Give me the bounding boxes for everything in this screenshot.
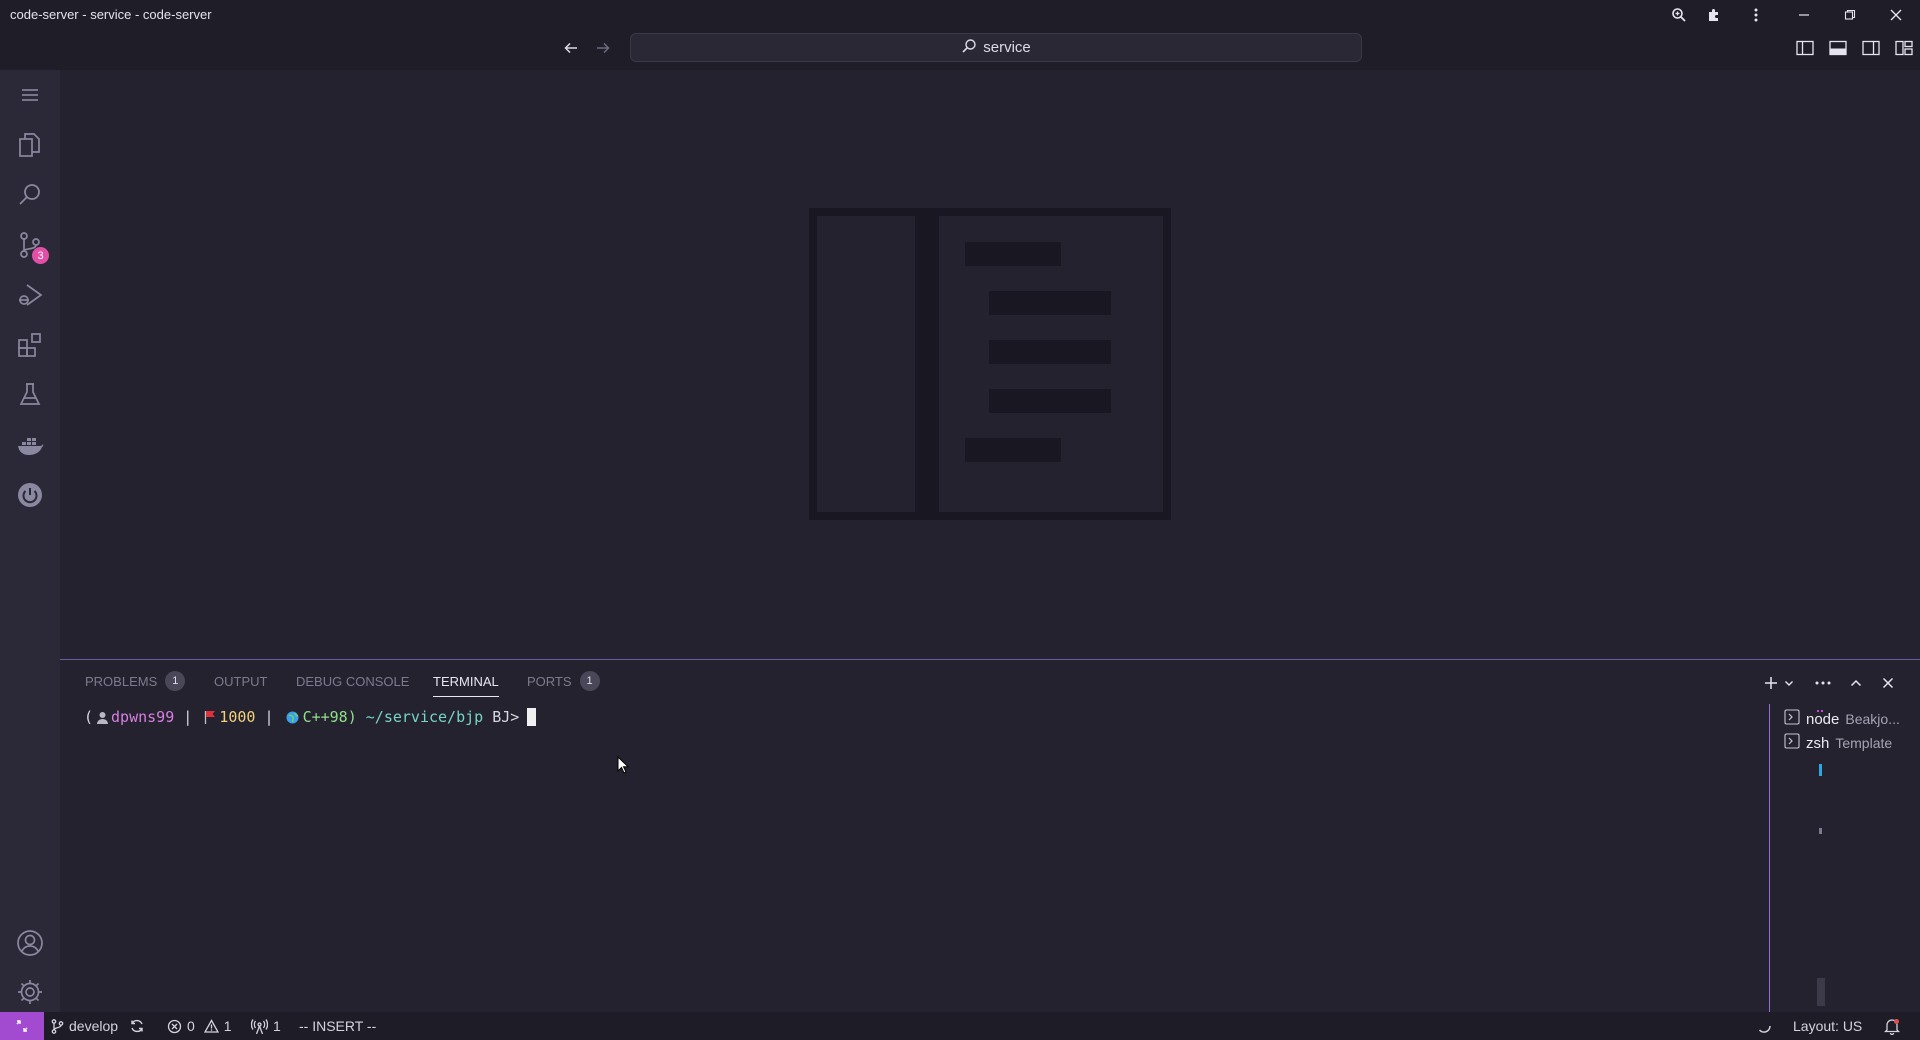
spring-boot-power-icon[interactable] bbox=[0, 470, 60, 520]
ports-count: 1 bbox=[273, 1018, 281, 1034]
accounts-icon[interactable] bbox=[0, 918, 60, 968]
tab-ports[interactable]: PORTS 1 bbox=[527, 671, 600, 698]
go-back-icon[interactable] bbox=[560, 37, 582, 59]
toggle-primary-sidebar-icon[interactable] bbox=[1794, 37, 1816, 59]
code-server-window: code-server - service - code-server serv… bbox=[0, 0, 1920, 1040]
notifications-bell-icon[interactable] bbox=[1884, 1012, 1900, 1040]
status-bar: develop 0 1 1 -- INSERT -- Layout: US bbox=[0, 1012, 1920, 1040]
flag-icon bbox=[201, 710, 219, 724]
error-count: 0 bbox=[187, 1018, 195, 1034]
error-icon bbox=[167, 1019, 182, 1033]
terminal-cursor bbox=[527, 708, 537, 726]
tab-debug-console[interactable]: DEBUG CONSOLE bbox=[296, 674, 409, 698]
warning-count: 1 bbox=[223, 1018, 232, 1034]
sync-icon bbox=[131, 1019, 143, 1033]
problems-count-badge: 1 bbox=[165, 671, 186, 691]
tab-terminal[interactable]: TERMINAL bbox=[433, 674, 499, 698]
terminal-prompt-line: ( dpwns99 | 1000 | C++98) ~/service/bjp bbox=[84, 708, 1724, 726]
toggle-secondary-sidebar-icon[interactable] bbox=[1860, 37, 1882, 59]
remote-icon bbox=[16, 1020, 28, 1032]
terminal-instance-list: node Beakjo... zsh Template bbox=[1769, 704, 1920, 1013]
code-editor-watermark-logo bbox=[809, 208, 1171, 520]
prompt-symbol: BJ> bbox=[492, 708, 520, 726]
manage-gear-icon[interactable] bbox=[0, 967, 60, 1017]
command-center-text: service bbox=[983, 39, 1031, 56]
user-icon bbox=[93, 711, 111, 724]
search-icon bbox=[961, 38, 977, 58]
run-debug-icon[interactable] bbox=[0, 270, 60, 320]
bottom-panel: PROBLEMS 1 OUTPUT DEBUG CONSOLE TERMINAL… bbox=[60, 659, 1920, 1013]
loading-spinner-icon bbox=[1756, 1012, 1772, 1040]
editor-area bbox=[60, 70, 1920, 659]
customize-layout-icon[interactable] bbox=[1893, 37, 1915, 59]
terminal-instance-node[interactable]: node Beakjo... bbox=[1784, 708, 1900, 730]
scm-badge: 3 bbox=[32, 247, 49, 264]
extensions-icon[interactable] bbox=[0, 320, 60, 370]
ports-count-badge: 1 bbox=[579, 671, 600, 691]
maximize-panel-chevron-up-icon[interactable] bbox=[1845, 672, 1867, 694]
title-bar: code-server - service - code-server serv… bbox=[0, 0, 1920, 70]
mouse-pointer-icon bbox=[617, 756, 629, 774]
docker-icon[interactable] bbox=[0, 420, 60, 470]
prompt-number: 1000 bbox=[219, 708, 256, 726]
tab-output[interactable]: OUTPUT bbox=[214, 674, 267, 698]
toggle-panel-icon[interactable] bbox=[1827, 37, 1849, 59]
prompt-user: dpwns99 bbox=[111, 708, 175, 726]
prompt-language: C++98) bbox=[302, 708, 357, 726]
go-forward-icon[interactable] bbox=[592, 37, 614, 59]
warning-icon bbox=[203, 1018, 219, 1033]
testing-flask-icon[interactable] bbox=[0, 370, 60, 420]
branch-status[interactable]: develop bbox=[51, 1012, 145, 1040]
terminal-output[interactable]: ( dpwns99 | 1000 | C++98) ~/service/bjp bbox=[84, 708, 1724, 1008]
branch-name: develop bbox=[69, 1018, 119, 1034]
command-center-search[interactable]: service bbox=[630, 33, 1362, 62]
close-window-icon[interactable] bbox=[1885, 4, 1907, 26]
more-vertical-icon[interactable] bbox=[1745, 4, 1767, 26]
keyboard-layout-status[interactable]: Layout: US bbox=[1793, 1012, 1862, 1040]
globe-icon bbox=[283, 711, 303, 724]
menu-hamburger-icon[interactable] bbox=[0, 70, 60, 120]
tab-problems[interactable]: PROBLEMS 1 bbox=[85, 671, 186, 698]
window-title: code-server - service - code-server bbox=[10, 7, 212, 22]
extension-puzzle-icon[interactable] bbox=[1703, 4, 1725, 26]
prompt-path: ~/service/bjp bbox=[365, 708, 484, 726]
restore-icon[interactable] bbox=[1839, 4, 1861, 26]
panel-tabs: PROBLEMS 1 OUTPUT DEBUG CONSOLE TERMINAL… bbox=[60, 660, 1760, 704]
explorer-files-icon[interactable] bbox=[0, 120, 60, 170]
git-branch-icon bbox=[51, 1018, 64, 1034]
more-actions-icon[interactable] bbox=[1812, 672, 1834, 694]
vim-mode-status: -- INSERT -- bbox=[299, 1018, 377, 1034]
source-control-icon[interactable]: 3 bbox=[0, 220, 60, 270]
radio-tower-icon bbox=[251, 1018, 268, 1034]
terminal-icon bbox=[1784, 733, 1800, 753]
ports-status[interactable]: 1 bbox=[251, 1012, 281, 1040]
terminal-dropdown-chevron-icon[interactable] bbox=[1778, 672, 1800, 694]
activity-bar: 3 bbox=[0, 70, 60, 1012]
terminal-icon bbox=[1784, 709, 1800, 729]
search-icon[interactable] bbox=[0, 170, 60, 220]
minimize-icon[interactable] bbox=[1793, 4, 1815, 26]
panel-actions bbox=[1760, 672, 1920, 694]
problems-status[interactable]: 0 1 bbox=[167, 1012, 232, 1040]
zoom-icon[interactable] bbox=[1668, 4, 1690, 26]
terminal-instance-zsh[interactable]: zsh Template bbox=[1784, 732, 1892, 754]
close-panel-icon[interactable] bbox=[1877, 672, 1899, 694]
remote-indicator[interactable] bbox=[0, 1012, 44, 1040]
